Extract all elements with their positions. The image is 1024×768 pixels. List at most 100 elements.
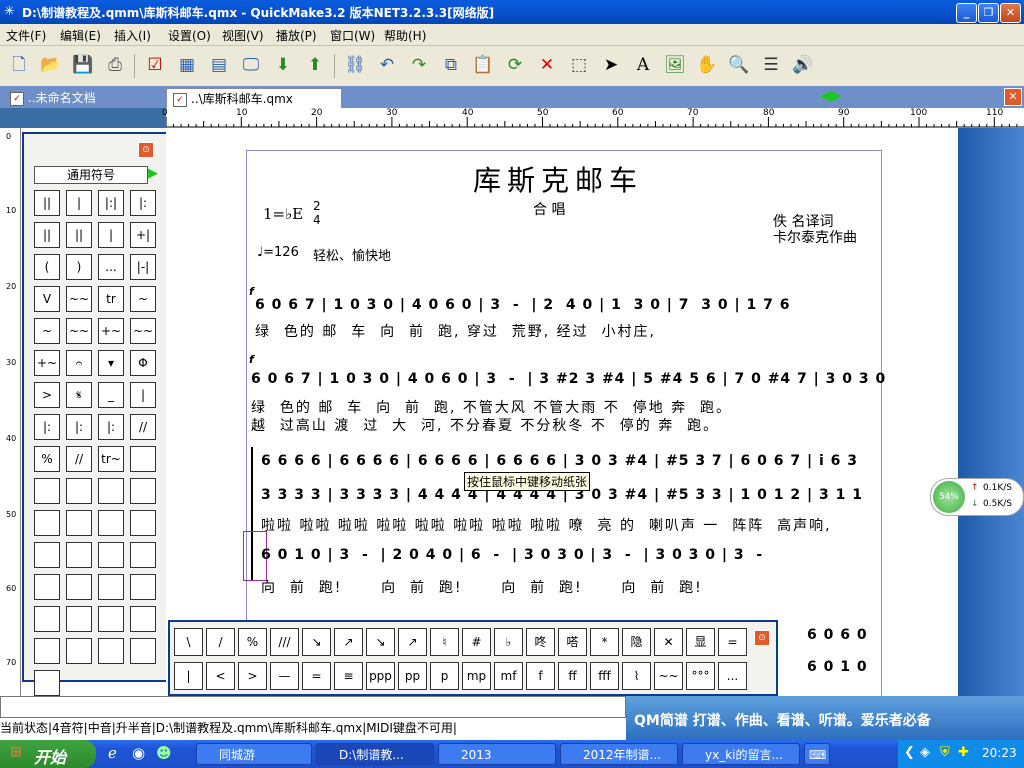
close-button[interactable]: ✕ — [1000, 3, 1021, 23]
notation-symbol-button[interactable]: * — [590, 628, 619, 656]
notation-symbol-button[interactable]: 咚 — [526, 628, 555, 656]
notation-symbol-button[interactable]: ♮ — [430, 628, 459, 656]
palette-symbol-button[interactable]: ▾ — [98, 350, 124, 376]
tab-kusike-mail-cart[interactable]: ✓ ..\库斯科邮车.qmx — [166, 88, 342, 109]
palette-symbol-button[interactable]: ... — [98, 254, 124, 280]
select-box-icon[interactable]: ⬚ — [566, 52, 592, 78]
menu-edit[interactable]: 编辑(E) — [60, 27, 101, 44]
palette-symbol-button[interactable]: +~ — [98, 318, 124, 344]
menu-view[interactable]: 视图(V) — [222, 27, 264, 44]
palette-symbol-button[interactable]: | — [98, 222, 124, 248]
menu-insert[interactable]: 插入(I) — [114, 27, 151, 44]
notation-symbol-button[interactable]: ♭ — [494, 628, 523, 656]
notation-symbol-button[interactable]: \ — [174, 628, 203, 656]
delete-icon[interactable]: ✕ — [534, 52, 560, 78]
notation-symbol-button[interactable]: | — [174, 662, 203, 690]
palette-symbol-button[interactable]: |: — [130, 190, 156, 216]
notation-symbol-button[interactable]: — — [270, 662, 299, 690]
tray-app-icon[interactable]: ◈ — [920, 745, 930, 760]
notation-symbol-button[interactable]: > — [238, 662, 267, 690]
palette-symbol-button[interactable] — [34, 574, 60, 600]
save-icon[interactable]: 💾 — [70, 52, 96, 78]
notation-symbol-button[interactable]: ✕ — [654, 628, 683, 656]
palette-symbol-button[interactable]: ~~ — [130, 318, 156, 344]
palette-symbol-button[interactable]: | — [130, 382, 156, 408]
notation-symbol-button[interactable]: = — [302, 662, 331, 690]
palette-symbol-button[interactable] — [130, 446, 156, 472]
speaker-icon[interactable]: 🔊 — [790, 52, 816, 78]
tab-untitled[interactable]: ✓ ..未命名文档 — [4, 88, 186, 108]
ie-icon[interactable]: ℯ — [108, 744, 117, 762]
palette-symbol-button[interactable]: |: — [34, 414, 60, 440]
palette-symbol-button[interactable] — [130, 638, 156, 664]
palette-symbol-button[interactable] — [66, 638, 92, 664]
network-icon[interactable]: ⛓ — [342, 52, 368, 78]
tray-expand-icon[interactable]: ❮ — [904, 745, 915, 760]
palette-symbol-button[interactable]: tr~ — [98, 446, 124, 472]
paste-icon[interactable]: 📋 — [470, 52, 496, 78]
palette-symbol-button[interactable] — [34, 542, 60, 568]
taskbar-keyboard-icon[interactable]: ⌨ — [804, 743, 830, 765]
palette-symbol-button[interactable]: ( — [34, 254, 60, 280]
palette-symbol-button[interactable]: || — [34, 190, 60, 216]
download-icon[interactable]: ⬇ — [270, 52, 296, 78]
palette-symbol-button[interactable]: +| — [130, 222, 156, 248]
palette-symbol-button[interactable] — [130, 606, 156, 632]
image-icon[interactable]: 🖼 — [662, 52, 688, 78]
notation-symbol-button[interactable]: ↗ — [398, 628, 427, 656]
notation-symbol-button[interactable]: mp — [462, 662, 491, 690]
palette-symbol-button[interactable] — [34, 638, 60, 664]
palette-symbol-button[interactable] — [34, 670, 60, 696]
menu-play[interactable]: 播放(P) — [276, 27, 317, 44]
palette-close-icon[interactable]: ⊙ — [138, 142, 154, 158]
notation-symbol-button[interactable]: p — [430, 662, 459, 690]
text-icon[interactable]: A — [630, 52, 656, 78]
copy-icon[interactable]: ⧉ — [438, 52, 464, 78]
palette-symbol-button[interactable]: // — [66, 446, 92, 472]
layout-icon[interactable]: ▤ — [206, 52, 232, 78]
taskbar-item-2012[interactable]: 2012年制谱... — [560, 743, 678, 765]
check-icon[interactable]: ☑ — [142, 52, 168, 78]
palette-symbol-button[interactable]: || — [34, 222, 60, 248]
palette-symbol-button[interactable]: V — [34, 286, 60, 312]
taskbar-item-message[interactable]: yx_ki的留言... — [682, 743, 800, 765]
redo-icon[interactable]: ↷ — [406, 52, 432, 78]
notation-symbol-button[interactable]: mf — [494, 662, 523, 690]
zoom-icon[interactable]: 🔍 — [726, 52, 752, 78]
palette-symbol-button[interactable]: ~~ — [66, 318, 92, 344]
palette-symbol-button[interactable] — [98, 542, 124, 568]
palette-symbol-button[interactable]: |: — [66, 414, 92, 440]
notation-symbol-button[interactable]: ≡ — [334, 662, 363, 690]
notation-symbol-button[interactable]: < — [206, 662, 235, 690]
palette-category-select[interactable]: 通用符号 — [34, 166, 148, 184]
minimize-button[interactable]: _ — [956, 3, 977, 23]
refresh-icon[interactable]: ⟳ — [502, 52, 528, 78]
palette-symbol-button[interactable]: || — [66, 222, 92, 248]
notation-symbol-button[interactable]: f — [526, 662, 555, 690]
palette-symbol-button[interactable]: > — [34, 382, 60, 408]
palette-symbol-button[interactable]: // — [130, 414, 156, 440]
palette-symbol-button[interactable]: ~ — [130, 286, 156, 312]
new-file-icon[interactable]: 🗋 — [6, 52, 32, 78]
print-icon[interactable]: ⎙ — [102, 52, 128, 78]
palette-symbol-button[interactable] — [130, 510, 156, 536]
palette-symbol-button[interactable]: tr — [98, 286, 124, 312]
notation-symbol-button[interactable]: ff — [558, 662, 587, 690]
taskbar-item-2013[interactable]: 2013 — [438, 743, 556, 765]
notation-symbol-button[interactable]: /// — [270, 628, 299, 656]
list-icon[interactable]: ☰ — [758, 52, 784, 78]
notation-symbol-button[interactable]: ~~ — [654, 662, 683, 690]
palette-symbol-button[interactable]: ~ — [34, 318, 60, 344]
notation-symbol-button[interactable]: ↗ — [334, 628, 363, 656]
hand-icon[interactable]: ✋ — [694, 52, 720, 78]
palette-symbol-button[interactable]: |:| — [98, 190, 124, 216]
start-button[interactable]: ⊞ 开始 — [0, 740, 96, 768]
undo-icon[interactable]: ↶ — [374, 52, 400, 78]
menu-file[interactable]: 文件(F) — [6, 27, 46, 44]
input-field[interactable] — [0, 696, 626, 718]
palette-symbol-button[interactable]: ~~ — [66, 286, 92, 312]
palette-symbol-button[interactable] — [98, 606, 124, 632]
taskbar-item-quickmake[interactable]: D:\制谱教... — [316, 743, 434, 765]
palette-next-icon[interactable]: ▶ — [148, 166, 158, 181]
upload-icon[interactable]: ⬆ — [302, 52, 328, 78]
